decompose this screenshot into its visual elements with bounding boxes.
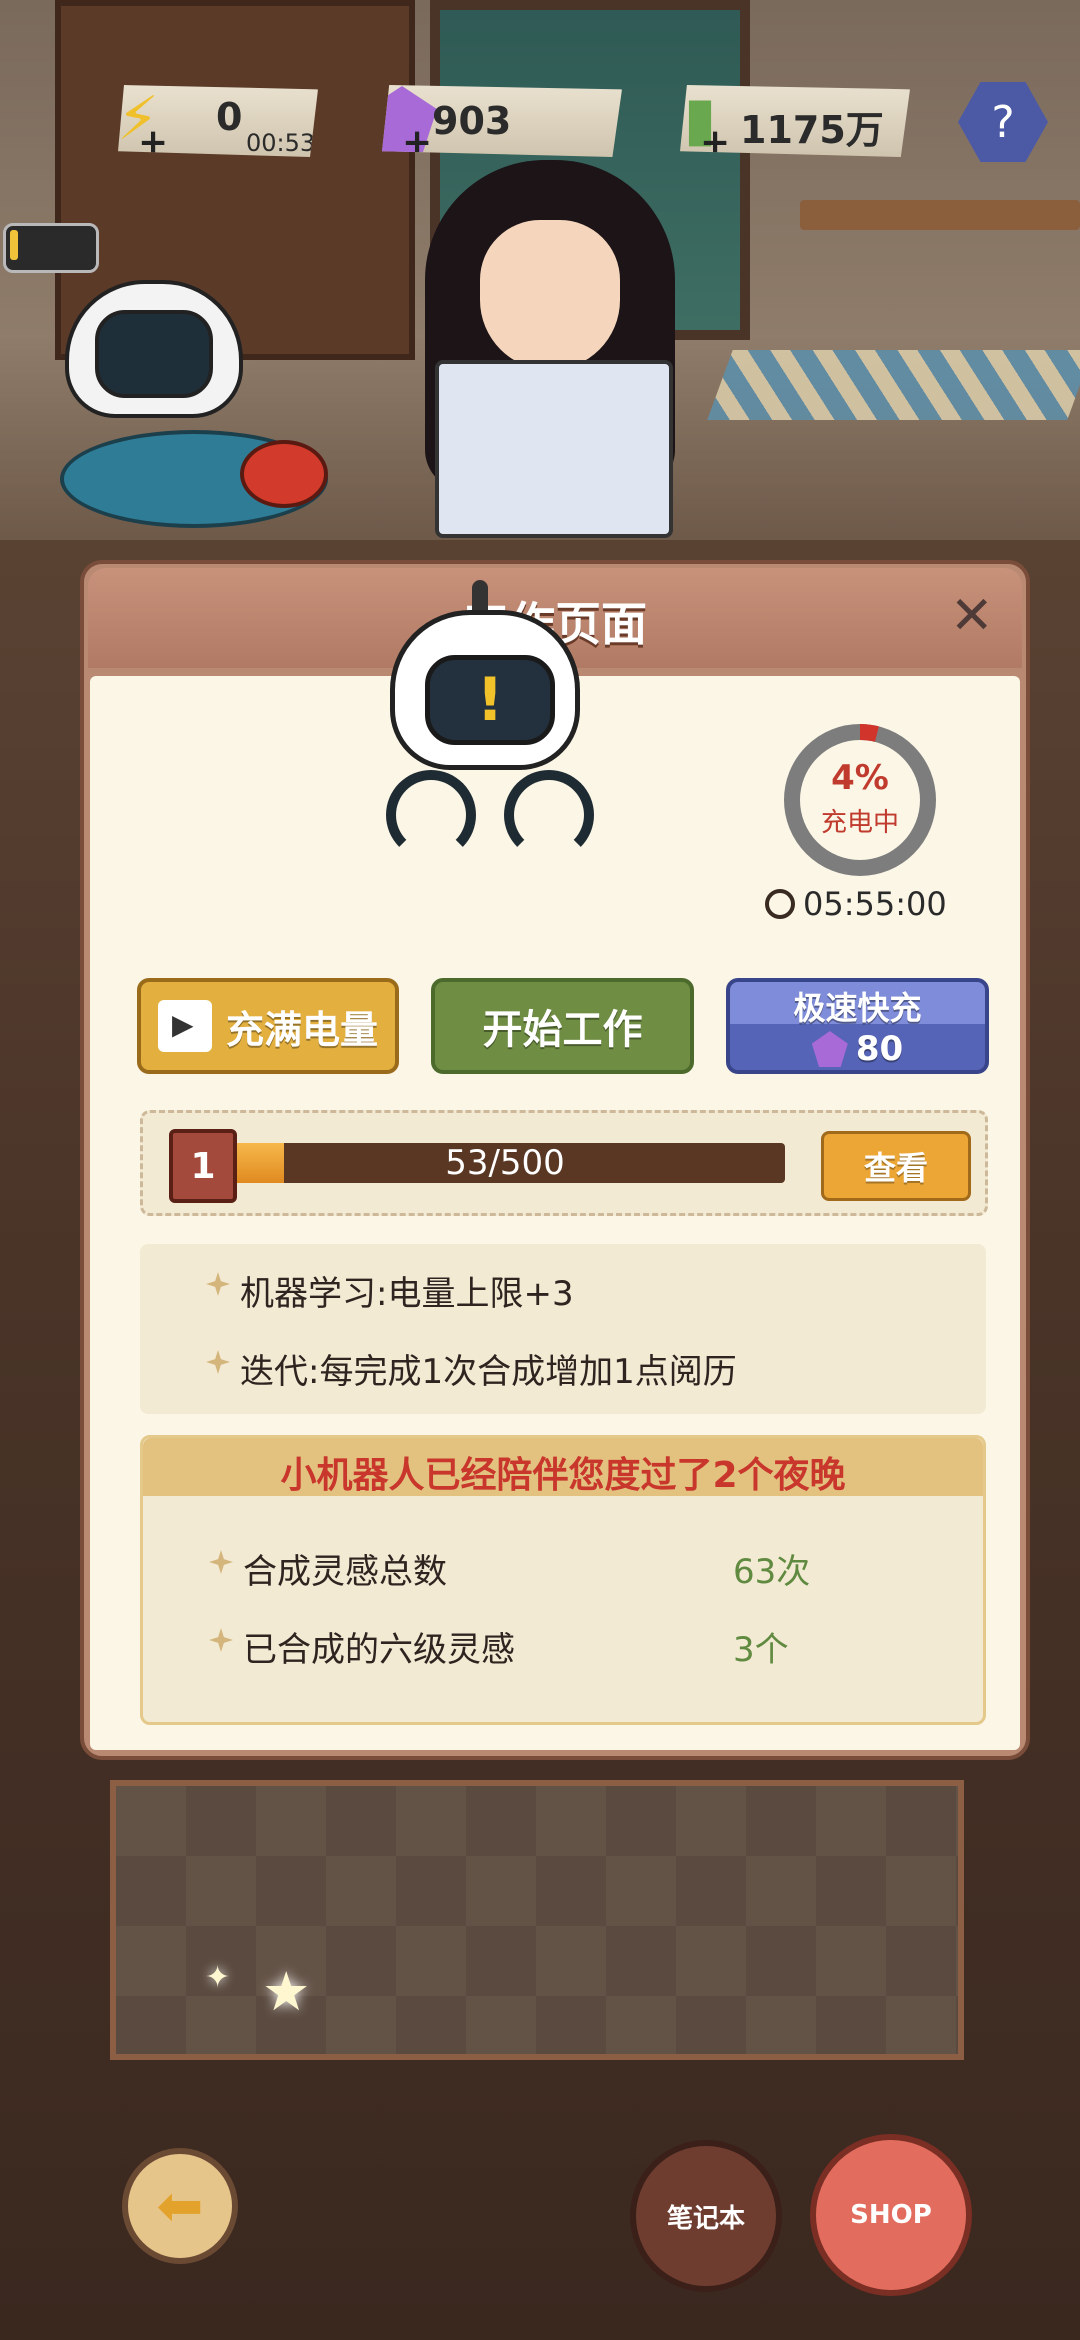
stats-title: 小机器人已经陪伴您度过了2个夜晚 (280, 1455, 846, 1496)
energy-value: 0 (216, 95, 243, 139)
energy-timer: 00:53 (246, 129, 316, 157)
charge-percent: 4% (831, 758, 889, 798)
stat-row: 合成灵感总数 (209, 1544, 447, 1593)
notebook-label: 笔记本 (666, 2203, 745, 2234)
charge-timer-value: 05:55:00 (803, 885, 947, 923)
gem-value: 903 (432, 99, 512, 143)
level-progress-bar: 53/500 (225, 1143, 785, 1183)
background-robot-screen (95, 310, 213, 398)
skill-item: 迭代:每完成1次合成增加1点阅历 (206, 1344, 737, 1393)
fast-charge-cost-value: 80 (855, 1029, 904, 1069)
level-progress: 53/500 1 查看 (140, 1110, 988, 1216)
girl-character (405, 160, 695, 540)
skill-text: 迭代:每完成1次合成增加1点阅历 (240, 1352, 737, 1392)
sparkle-icon (206, 1350, 230, 1374)
robot-head: ! (390, 610, 580, 770)
skills-list: 机器学习:电量上限+3 迭代:每完成1次合成增加1点阅历 (140, 1244, 986, 1414)
skill-text: 机器学习:电量上限+3 (240, 1274, 574, 1314)
sparkle-icon (209, 1628, 233, 1652)
background-robot[interactable] (60, 250, 328, 540)
view-button-label: 查看 (863, 1149, 928, 1187)
girl-face (480, 220, 620, 370)
stat-value: 63次 (733, 1552, 811, 1592)
fast-charge-cost: 80 (811, 1029, 904, 1069)
stopwatch-icon (765, 889, 795, 919)
sparkle-icon (206, 1272, 230, 1296)
start-work-button[interactable]: 开始工作 (431, 978, 694, 1074)
close-icon[interactable]: ✕ (950, 586, 994, 646)
charge-timer: 05:55:00 (765, 885, 985, 923)
sparkle-icon (209, 1550, 233, 1574)
level-badge-number: 1 (190, 1145, 216, 1187)
gem-counter[interactable]: 903 + (382, 85, 622, 157)
exclamation-icon: ! (425, 655, 555, 745)
view-button[interactable]: 查看 (821, 1131, 971, 1201)
level-book-icon: 1 (169, 1129, 237, 1203)
energy-counter[interactable]: ⚡ 0 00:53 + (118, 85, 318, 157)
sparkle-icon: ✦ (205, 1960, 231, 1995)
gem-icon (811, 1031, 848, 1067)
charge-status: 充电中 (820, 808, 899, 838)
robot-stats: 小机器人已经陪伴您度过了2个夜晚 合成灵感总数 63次 已合成的六级灵感 3个 (140, 1435, 986, 1725)
stat-row: 已合成的六级灵感 (209, 1622, 515, 1671)
stat-label: 合成灵感总数 (243, 1552, 447, 1592)
money-counter[interactable]: ▮ 1175万 + (680, 85, 910, 157)
fill-energy-button[interactable]: 充满电量 (137, 978, 399, 1074)
video-icon (157, 1000, 212, 1052)
shop-button[interactable]: SHOP (810, 2134, 972, 2296)
start-work-label: 开始工作 (482, 1007, 643, 1053)
energy-mini-bar (3, 223, 99, 273)
robot-illustration: ! (380, 580, 594, 860)
charge-gauge: 4% 充电中 (780, 720, 940, 880)
notebook-button[interactable]: 笔记本 (630, 2140, 782, 2292)
fast-charge-label: 极速快充 (793, 989, 922, 1027)
robot-left-arm (386, 770, 476, 860)
stat-label: 已合成的六级灵感 (243, 1630, 515, 1670)
red-button[interactable] (240, 440, 328, 508)
stat-value: 3个 (733, 1630, 789, 1670)
money-value: 1175万 (740, 108, 884, 152)
desk (800, 200, 1080, 230)
fast-charge-button[interactable]: 极速快充 80 (726, 978, 989, 1074)
fill-energy-label: 充满电量 (225, 1007, 378, 1052)
rug (707, 350, 1080, 420)
skill-item: 机器学习:电量上限+3 (206, 1266, 574, 1315)
shop-label: SHOP (850, 2200, 932, 2230)
star-icon: ★ (262, 1960, 311, 2023)
merge-board[interactable] (110, 1780, 964, 2060)
robot-right-arm (504, 770, 594, 860)
charge-ring (784, 724, 936, 876)
level-progress-text: 53/500 (445, 1143, 565, 1183)
back-arrow-icon[interactable]: ⬅ (122, 2148, 238, 2264)
girl-book (435, 360, 673, 538)
